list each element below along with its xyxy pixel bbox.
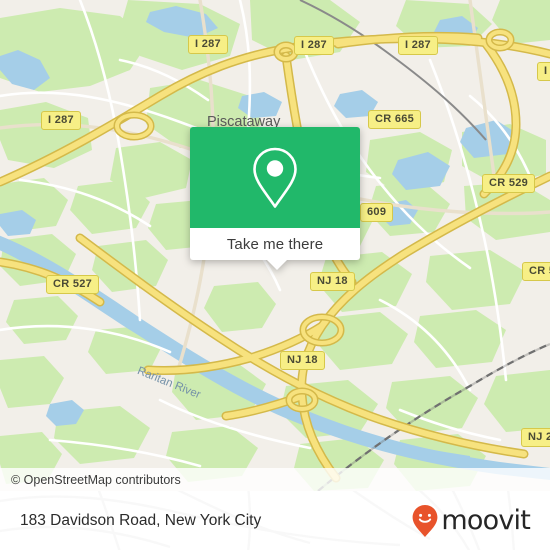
road-shield-i287-b[interactable]: I 287 [294,36,334,55]
footer-bar: 183 Davidson Road, New York City moovit [0,491,550,550]
road-shield-cr527[interactable]: CR 527 [46,275,100,294]
address-label: 183 Davidson Road, New York City [20,511,262,529]
moovit-pin-icon [412,504,438,537]
road-shield-nj18-b[interactable]: NJ 18 [280,351,325,370]
road-shield-cr665[interactable]: CR 665 [368,110,422,129]
road-shield-i287-a[interactable]: I 287 [188,35,228,54]
take-me-there-button[interactable]: Take me there [190,228,360,270]
road-shield-nj18-a[interactable]: NJ 18 [310,272,355,291]
map-attribution-bar: © OpenStreetMap contributors [0,468,550,491]
moovit-logo[interactable]: moovit [412,504,531,538]
road-shield-609[interactable]: 609 [360,203,394,222]
road-shield-i287-c[interactable]: I 287 [398,36,438,55]
road-shield-nj27[interactable]: NJ 27 [521,428,550,447]
destination-callout-card[interactable]: Take me there [190,127,360,270]
moovit-wordmark: moovit [441,505,530,536]
map-pin-icon [253,147,297,208]
road-shield-i2-clipped[interactable]: I 2 [537,62,550,81]
callout-pointer [266,259,288,270]
take-me-there-label: Take me there [226,235,324,253]
road-shield-cr5-clipped[interactable]: CR 5 [522,262,550,281]
callout-icon-area [190,127,360,228]
footer-content: 183 Davidson Road, New York City moovit [0,491,550,550]
road-shield-cr529[interactable]: CR 529 [482,174,536,193]
moovit-map-screen: Piscataway Raritan River I 287 I 287 I 2… [0,0,550,550]
road-shield-i287-d[interactable]: I 287 [41,111,81,130]
osm-attribution-text[interactable]: © OpenStreetMap contributors [11,473,181,487]
